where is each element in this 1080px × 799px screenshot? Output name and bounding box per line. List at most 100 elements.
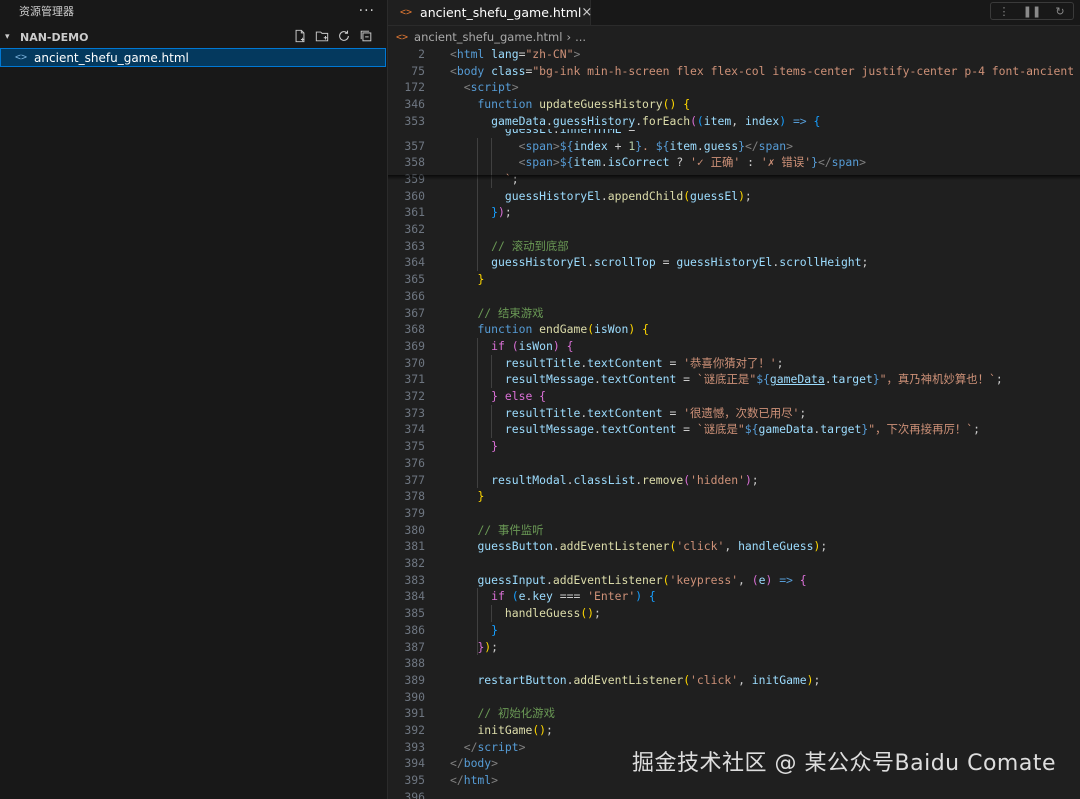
sticky-scroll-line[interactable]: 353 gameData.guessHistory.forEach((item,… <box>388 112 1080 130</box>
line-text: resultTitle.textContent = '恭喜你猜对了！'; <box>504 355 784 370</box>
code-line[interactable]: 361 }); <box>388 204 1080 221</box>
code-editor[interactable]: 2 <html lang="zh-CN"> 75 <body class="bg-in… <box>388 46 1080 799</box>
line-number: 362 <box>404 222 425 236</box>
line-number: 372 <box>404 389 425 403</box>
code-line[interactable]: 386 } <box>388 622 1080 639</box>
code-line[interactable]: 383 guessInput.addEventListener('keypres… <box>388 572 1080 589</box>
code-line[interactable]: 376 <box>388 455 1080 472</box>
explorer-file-item[interactable]: <> ancient_shefu_game.html <box>0 48 386 67</box>
indent-guide <box>491 137 492 188</box>
breadcrumb: <> ancient_shefu_game.html › ... <box>396 29 586 45</box>
sticky-scroll-line[interactable]: 2 <html lang="zh-CN"> <box>388 46 1080 63</box>
debug-controls: ⋮ ❚❚ ↻ <box>990 2 1074 20</box>
line-number: 390 <box>404 689 425 704</box>
html-file-icon: <> <box>400 7 413 18</box>
breadcrumb-more[interactable]: ... <box>575 30 586 44</box>
code-line[interactable]: 366 <box>388 288 1080 305</box>
line-number: 395 <box>404 773 425 788</box>
code-line[interactable]: 372 } else { <box>388 388 1080 405</box>
grip-icon[interactable]: ⋮ <box>995 3 1013 19</box>
sticky-scroll-shadow <box>388 175 1080 180</box>
breadcrumb-file[interactable]: ancient_shefu_game.html <box>414 30 562 44</box>
line-number: 360 <box>404 188 425 203</box>
line-number: 361 <box>404 205 425 220</box>
tab-ancient-shefu-game[interactable]: <> ancient_shefu_game.html × <box>388 0 592 25</box>
explorer-file-label: ancient_shefu_game.html <box>34 50 189 65</box>
code-line[interactable]: 378 } <box>388 488 1080 505</box>
explorer-actions <box>292 28 373 43</box>
line-number: 75 <box>411 63 425 78</box>
line-number: 172 <box>404 80 425 95</box>
line-number: 368 <box>404 322 425 337</box>
line-text: resultMessage.textContent = `谜底正是"${game… <box>504 372 1003 387</box>
line-number: 364 <box>404 255 425 270</box>
line-text: <span>${item.isCorrect ? '✓ 正确' : '✗ 错误'… <box>518 155 866 170</box>
line-number: 393 <box>404 739 425 754</box>
line-number: 377 <box>404 472 425 487</box>
line-text: }); <box>491 205 512 220</box>
explorer-header: 资源管理器 ··· <box>0 0 387 22</box>
code-line[interactable]: 377 resultModal.classList.remove('hidden… <box>388 472 1080 489</box>
line-text: // 结束游戏 <box>477 305 544 320</box>
line-number: 374 <box>404 422 425 437</box>
debug-toolbar: ⋮ ❚❚ ↻ <box>990 2 1074 20</box>
code-line[interactable]: 382 <box>388 555 1080 572</box>
indent-guide <box>477 337 478 489</box>
code-line[interactable]: 360 guessHistoryEl.appendChild(guessEl); <box>388 188 1080 205</box>
code-line[interactable]: 388 <box>388 655 1080 672</box>
code-line[interactable]: 367 // 结束游戏 <box>388 305 1080 322</box>
code-line[interactable]: 389 restartButton.addEventListener('clic… <box>388 672 1080 689</box>
workspace-section-header[interactable]: ▾ NAN-DEMO <box>0 28 387 46</box>
line-text: } <box>477 272 485 287</box>
line-text: // 事件监听 <box>477 522 544 537</box>
line-text: function endGame(isWon) { <box>477 322 649 337</box>
close-icon[interactable]: × <box>581 5 592 20</box>
line-text: </script> <box>463 739 526 754</box>
code-line[interactable]: 369 if (isWon) { <box>388 338 1080 355</box>
code-line[interactable]: 368 function endGame(isWon) { <box>388 321 1080 338</box>
line-text: gameData.guessHistory.forEach((item, ind… <box>491 113 821 128</box>
code-line[interactable]: 365 } <box>388 271 1080 288</box>
line-number: 380 <box>404 522 425 537</box>
code-line[interactable]: 362 <box>388 221 1080 238</box>
code-line[interactable]: 392 initGame(); <box>388 722 1080 739</box>
line-text: initGame(); <box>477 723 553 737</box>
new-file-icon[interactable] <box>292 28 307 43</box>
code-line[interactable]: 387 }); <box>388 639 1080 656</box>
line-text: restartButton.addEventListener('click', … <box>477 672 821 687</box>
code-line[interactable]: 384 if (e.key === 'Enter') { <box>388 588 1080 605</box>
restart-icon[interactable]: ↻ <box>1051 3 1069 19</box>
refresh-icon[interactable] <box>336 28 351 43</box>
new-folder-icon[interactable] <box>314 28 329 43</box>
code-line[interactable]: 375 } <box>388 438 1080 455</box>
code-line[interactable]: 364 guessHistoryEl.scrollTop = guessHist… <box>388 254 1080 271</box>
line-number: 392 <box>404 723 425 737</box>
line-number: 346 <box>404 97 425 112</box>
sticky-scroll-line[interactable]: 75 <body class="bg-ink min-h-screen flex … <box>388 62 1080 80</box>
pause-icon[interactable]: ❚❚ <box>1023 3 1041 19</box>
code-line[interactable]: 391 // 初始化游戏 <box>388 705 1080 722</box>
line-text: resultMessage.textContent = `谜底是"${gameD… <box>504 422 980 437</box>
indent-guide <box>491 404 492 439</box>
code-line[interactable]: 381 guessButton.addEventListener('click'… <box>388 538 1080 555</box>
more-actions-icon[interactable]: ··· <box>359 3 375 19</box>
line-number: 373 <box>404 405 425 420</box>
sticky-scroll-line[interactable]: 172 <script> <box>388 79 1080 97</box>
code-line[interactable]: 396 <box>388 789 1080 799</box>
line-text: <script> <box>463 80 519 95</box>
line-number: 353 <box>404 113 425 128</box>
line-number: 370 <box>404 355 425 370</box>
line-number: 2 <box>418 47 425 61</box>
line-number: 365 <box>404 272 425 287</box>
sticky-scroll-line[interactable]: 346 function updateGuessHistory() { <box>388 96 1080 113</box>
line-number: 358 <box>404 155 425 170</box>
line-text: </body> <box>450 756 499 771</box>
line-number: 371 <box>404 372 425 387</box>
code-line[interactable]: 390 <box>388 689 1080 706</box>
code-line[interactable]: 379 <box>388 505 1080 522</box>
collapse-all-icon[interactable] <box>358 28 373 43</box>
code-line[interactable]: 363 // 滚动到底部 <box>388 238 1080 255</box>
line-text: </html> <box>450 773 499 788</box>
line-number: 383 <box>404 572 425 587</box>
code-line[interactable]: 380 // 事件监听 <box>388 522 1080 539</box>
